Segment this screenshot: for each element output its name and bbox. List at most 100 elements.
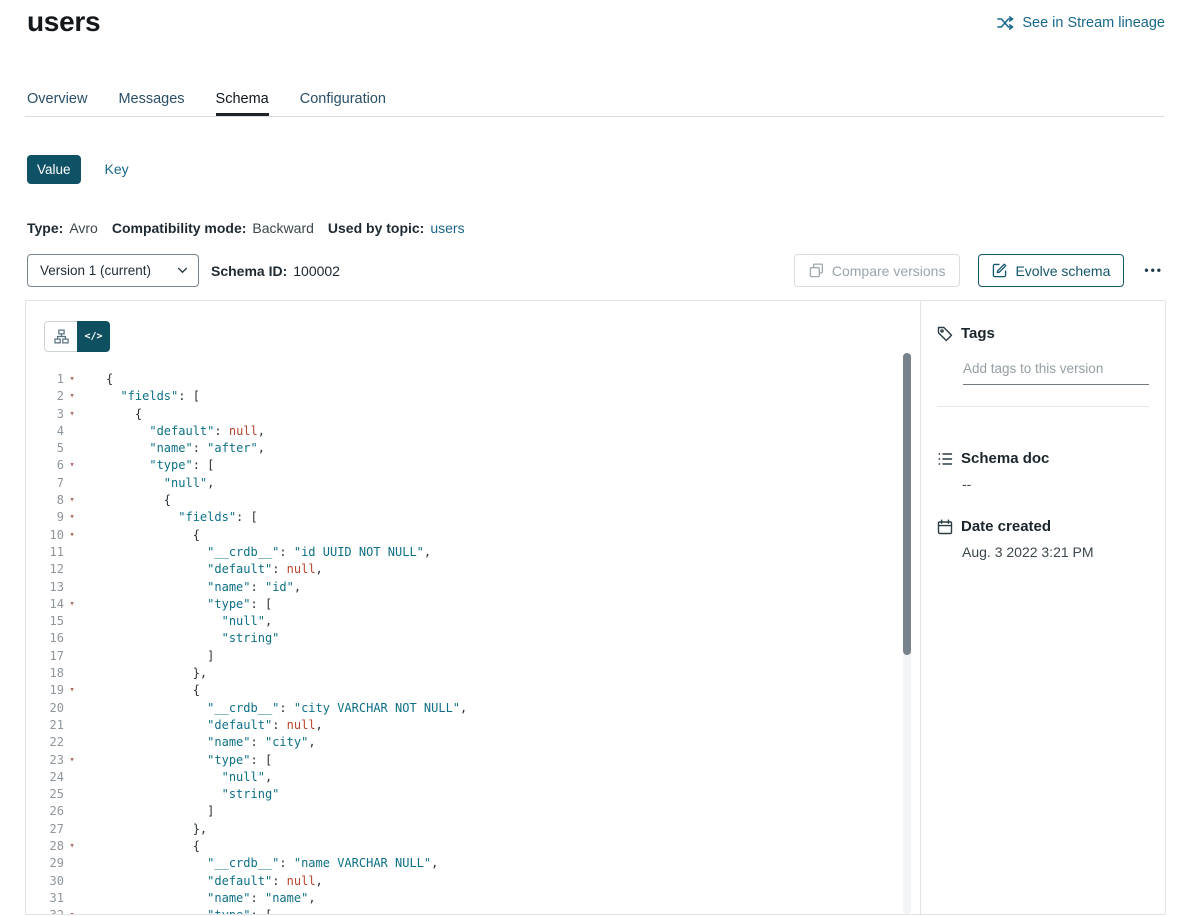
- compare-versions-button[interactable]: Compare versions: [794, 254, 961, 287]
- code-text: "name": "id",: [80, 579, 301, 596]
- tags-section-header: Tags: [937, 325, 995, 342]
- fold-arrow-icon[interactable]: ▾: [64, 492, 80, 509]
- line-number: 14: [26, 596, 64, 613]
- code-line: 19▾ {: [26, 682, 903, 699]
- fold-spacer: [64, 717, 80, 734]
- code-view-button[interactable]: </>: [77, 321, 110, 352]
- fold-spacer: [64, 440, 80, 457]
- tab-messages[interactable]: Messages: [118, 87, 184, 116]
- schema-id-label: Schema ID:: [211, 263, 287, 279]
- fold-arrow-icon[interactable]: ▾: [64, 752, 80, 769]
- code-line: 9▾ "fields": [: [26, 509, 903, 526]
- code-line: 26 ]: [26, 803, 903, 820]
- topic-link[interactable]: users: [430, 220, 464, 236]
- date-created-value: Aug. 3 2022 3:21 PM: [962, 544, 1094, 560]
- code-text: "string": [80, 630, 279, 647]
- tab-configuration[interactable]: Configuration: [300, 87, 386, 116]
- code-line: 30 "default": null,: [26, 873, 903, 890]
- more-options-button[interactable]: •••: [1142, 254, 1165, 287]
- code-text: "default": null,: [80, 873, 323, 890]
- line-number: 11: [26, 544, 64, 561]
- version-select[interactable]: Version 1 (current): [27, 254, 199, 287]
- code-text: "null",: [80, 475, 214, 492]
- line-number: 23: [26, 752, 64, 769]
- fold-spacer: [64, 803, 80, 820]
- calendar-icon: [937, 519, 953, 535]
- fold-spacer: [64, 821, 80, 838]
- fold-arrow-icon[interactable]: ▾: [64, 596, 80, 613]
- tab-bar: Overview Messages Schema Configuration: [25, 87, 1164, 117]
- code-line: 22 "name": "city",: [26, 734, 903, 751]
- code-line: 23▾ "type": [: [26, 752, 903, 769]
- fold-arrow-icon[interactable]: ▾: [64, 388, 80, 405]
- code-text: {: [80, 838, 200, 855]
- code-text: "fields": [: [80, 388, 200, 405]
- line-number: 5: [26, 440, 64, 457]
- fold-arrow-icon[interactable]: ▾: [64, 509, 80, 526]
- code-line: 4 "default": null,: [26, 423, 903, 440]
- code-line: 7 "null",: [26, 475, 903, 492]
- value-toggle-button[interactable]: Value: [27, 155, 81, 184]
- compatibility-value: Backward: [252, 220, 313, 236]
- code-text: },: [80, 821, 207, 838]
- code-line: 32▾ "type": [: [26, 907, 903, 914]
- line-number: 10: [26, 527, 64, 544]
- topic-label: Used by topic:: [328, 220, 424, 236]
- line-number: 28: [26, 838, 64, 855]
- fold-spacer: [64, 613, 80, 630]
- line-number: 18: [26, 665, 64, 682]
- line-number: 25: [26, 786, 64, 803]
- fold-arrow-icon[interactable]: ▾: [64, 406, 80, 423]
- code-text: {: [80, 371, 113, 388]
- fold-spacer: [64, 734, 80, 751]
- fold-arrow-icon[interactable]: ▾: [64, 371, 80, 388]
- line-number: 13: [26, 579, 64, 596]
- line-number: 8: [26, 492, 64, 509]
- fold-spacer: [64, 890, 80, 907]
- tags-title: Tags: [961, 325, 995, 342]
- code-text: "default": null,: [80, 423, 265, 440]
- code-line: 1▾{: [26, 371, 903, 388]
- evolve-schema-button[interactable]: Evolve schema: [978, 254, 1124, 287]
- tab-schema[interactable]: Schema: [216, 87, 269, 116]
- stream-lineage-icon: [997, 15, 1014, 31]
- fold-arrow-icon[interactable]: ▾: [64, 457, 80, 474]
- code-text: "null",: [80, 769, 272, 786]
- code-line: 8▾ {: [26, 492, 903, 509]
- line-number: 2: [26, 388, 64, 405]
- code-line: 29 "__crdb__": "name VARCHAR NULL",: [26, 855, 903, 872]
- code-text: "__crdb__": "city VARCHAR NOT NULL",: [80, 700, 467, 717]
- line-number: 1: [26, 371, 64, 388]
- schema-doc-value: --: [962, 476, 971, 492]
- page: users See in Stream lineage Overview Mes…: [0, 0, 1189, 916]
- tree-view-button[interactable]: [44, 321, 77, 352]
- schema-actions: Compare versions Evolve schema •••: [794, 254, 1165, 287]
- fold-arrow-icon[interactable]: ▾: [64, 907, 80, 914]
- stream-lineage-link[interactable]: See in Stream lineage: [997, 15, 1165, 31]
- code-line: 13 "name": "id",: [26, 579, 903, 596]
- line-number: 17: [26, 648, 64, 665]
- code-line: 31 "name": "name",: [26, 890, 903, 907]
- fold-arrow-icon[interactable]: ▾: [64, 527, 80, 544]
- code-line: 25 "string": [26, 786, 903, 803]
- code-text: {: [80, 527, 200, 544]
- code-text: "type": [: [80, 457, 214, 474]
- code-text: "string": [80, 786, 279, 803]
- key-toggle-button[interactable]: Key: [105, 154, 129, 184]
- code-line: 18 },: [26, 665, 903, 682]
- fold-spacer: [64, 561, 80, 578]
- value-key-toggle: Value Key: [27, 154, 129, 184]
- fold-arrow-icon[interactable]: ▾: [64, 838, 80, 855]
- compare-versions-label: Compare versions: [832, 263, 946, 279]
- schema-sidebar: Tags Schema doc -- Date created: [920, 301, 1165, 914]
- code-text: "type": [: [80, 907, 272, 914]
- scrollbar-thumb[interactable]: [903, 353, 911, 655]
- code-text: ]: [80, 803, 214, 820]
- fold-arrow-icon[interactable]: ▾: [64, 682, 80, 699]
- code-text: },: [80, 665, 207, 682]
- code-text: ]: [80, 648, 214, 665]
- tab-overview[interactable]: Overview: [27, 87, 87, 116]
- code-text: {: [80, 682, 200, 699]
- code-text: "null",: [80, 613, 272, 630]
- tags-input[interactable]: [963, 361, 1149, 385]
